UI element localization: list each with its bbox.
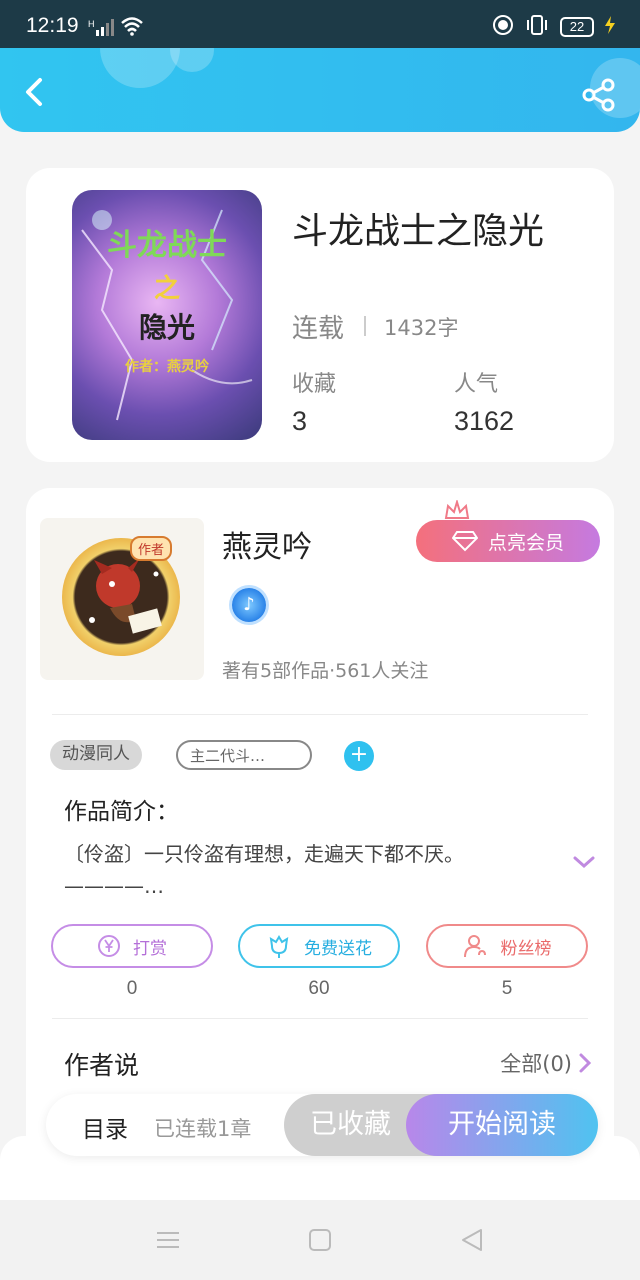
divider: [52, 714, 588, 715]
status-right-group: 22: [492, 14, 616, 40]
author-name[interactable]: 燕灵吟: [222, 522, 312, 566]
decor-bubble: [100, 48, 180, 88]
yen-icon: [98, 935, 120, 957]
favorites-label: 收藏: [292, 372, 337, 397]
word-count: 1432字: [384, 316, 459, 340]
signal-type-label: H: [88, 19, 95, 29]
flower-count: 60: [308, 978, 330, 999]
cover-author: 作者：燕灵吟: [125, 359, 209, 375]
home-icon[interactable]: [308, 1228, 332, 1252]
tip-label: 打赏: [133, 938, 167, 959]
chapter-count: 已连载1章: [154, 1117, 252, 1141]
fans-label: 粉丝榜: [500, 938, 552, 959]
tag-chip[interactable]: 主二代斗…: [176, 740, 312, 770]
back-arrow-icon: [26, 78, 42, 106]
back-triangle-icon[interactable]: [460, 1228, 484, 1252]
status-bar: 12:19 H 22: [0, 0, 640, 48]
fans-count: 5: [501, 978, 513, 999]
serial-status: 连载: [292, 314, 345, 344]
chevron-down-icon[interactable]: [572, 854, 596, 870]
popularity-value: 3162: [454, 406, 515, 436]
fan-ranking-button[interactable]: 粉丝榜: [426, 924, 588, 968]
vip-button-label: 点亮会员: [487, 531, 564, 554]
author-says-heading: 作者说: [64, 1051, 140, 1080]
back-button[interactable]: [18, 76, 50, 108]
decor-bubble: [170, 48, 214, 72]
author-stats: 著有5部作品·561人关注: [222, 660, 429, 682]
tag-chip[interactable]: 动漫同人: [50, 740, 142, 770]
cover-title-line2: 之: [153, 274, 180, 304]
intro-text-line: ————…: [64, 874, 164, 898]
intro-text-line: 〔伶盗〕一只伶盗有理想，走遍天下都不厌。: [64, 842, 464, 866]
tip-button[interactable]: 打赏: [51, 924, 213, 968]
crown-icon: [444, 500, 470, 519]
share-button[interactable]: [582, 78, 616, 112]
divider: [52, 1018, 588, 1019]
add-tag-button[interactable]: +: [344, 741, 374, 771]
bottom-action-bar: 目录 已连载1章 已收藏 开始阅读: [46, 1094, 598, 1156]
status-time: 12:19: [26, 14, 79, 37]
all-link-label: 全部(0): [500, 1052, 572, 1076]
signal-icon: H: [88, 18, 114, 42]
intro-heading: 作品简介：: [64, 799, 179, 825]
fan-user-icon: [463, 935, 486, 958]
wifi-icon: [120, 16, 144, 40]
divider: [364, 316, 366, 336]
share-icon: [582, 78, 615, 112]
tip-count: 0: [126, 978, 138, 999]
book-info-card: 斗龙战士 之 隐光 作者：燕灵吟 斗龙战士之隐光 连载 1432字 收藏 3 人…: [26, 168, 614, 462]
music-medal-icon: ♪: [232, 588, 266, 622]
start-reading-button[interactable]: 开始阅读: [406, 1094, 598, 1156]
vip-button[interactable]: 点亮会员: [416, 520, 600, 562]
cover-title-line3: 隐光: [138, 311, 195, 344]
table-of-contents-button[interactable]: 目录: [82, 1110, 128, 1144]
diamond-icon: [451, 531, 478, 552]
chevron-right-icon: [579, 1053, 592, 1073]
author-avatar[interactable]: 作者: [40, 518, 204, 680]
book-title: 斗龙战士之隐光: [292, 211, 545, 252]
send-flower-button[interactable]: 免费送花: [238, 924, 400, 968]
menu-icon[interactable]: [156, 1228, 180, 1252]
nfc-icon: [492, 14, 514, 40]
favorites-value: 3: [292, 406, 308, 436]
popularity-label: 人气: [454, 372, 499, 397]
system-navigation-bar: [0, 1200, 640, 1280]
book-cover-image[interactable]: 斗龙战士 之 隐光 作者：燕灵吟: [72, 190, 262, 440]
avatar-author-badge: 作者: [130, 536, 173, 561]
intro-text: 〔伶盗〕一只伶盗有理想，走遍天下都不厌。 ————…: [64, 838, 544, 902]
header-bar: [0, 48, 640, 132]
author-says-all-link[interactable]: 全部(0): [500, 1048, 592, 1078]
battery-icon: 22: [560, 17, 594, 37]
flower-icon: [269, 935, 289, 958]
cover-title-line1: 斗龙战士: [107, 228, 227, 263]
vibrate-icon: [524, 14, 550, 40]
charging-icon: [604, 16, 616, 38]
flower-label: 免费送花: [304, 938, 372, 959]
